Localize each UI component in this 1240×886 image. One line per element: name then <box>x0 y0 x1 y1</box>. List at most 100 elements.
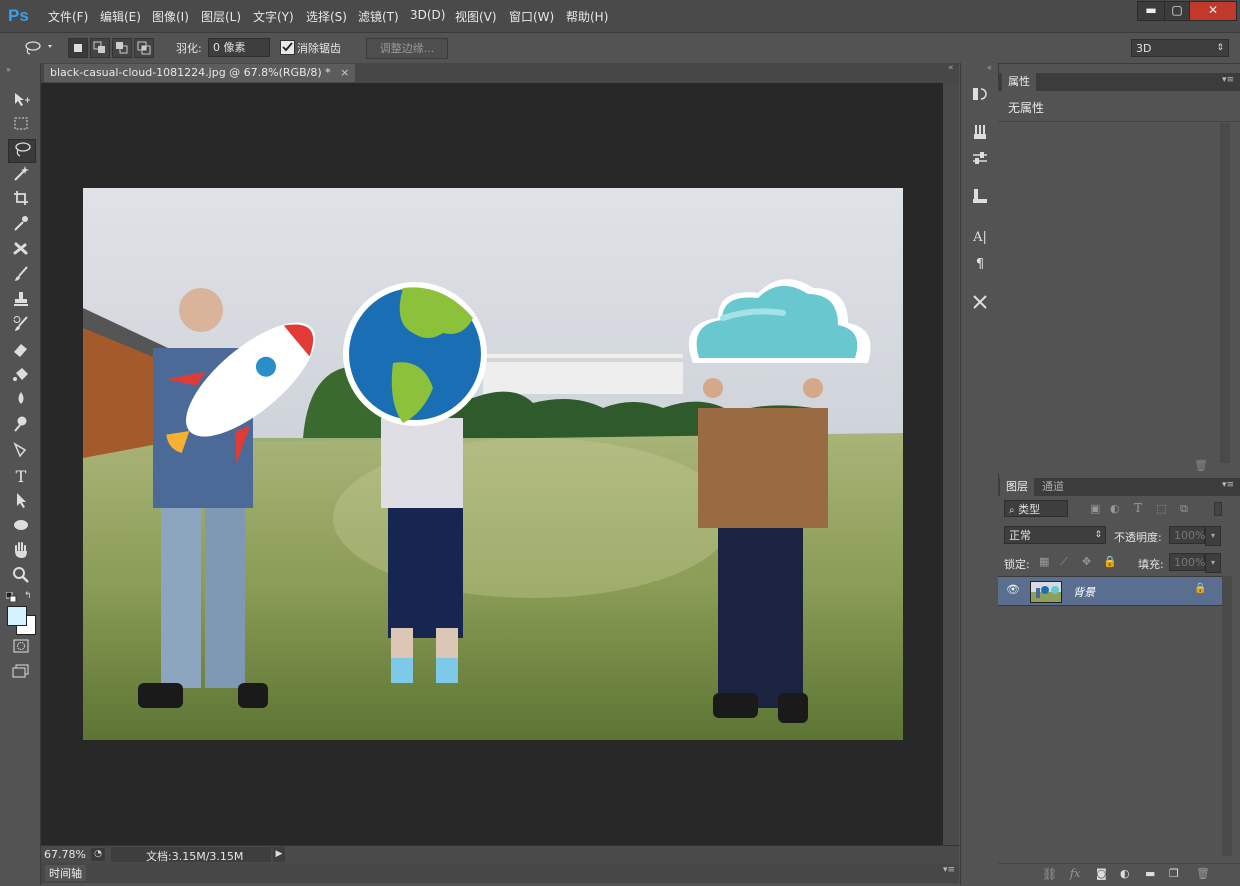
new-group-icon[interactable]: ▬ <box>1145 867 1155 880</box>
visibility-eye-icon[interactable]: 👁 <box>1006 583 1020 596</box>
antialias-checkbox[interactable] <box>280 40 295 55</box>
filter-smart-object-icon[interactable]: ⧉ <box>1180 502 1188 516</box>
quick-mask-icon[interactable] <box>8 637 34 659</box>
brush-presets-icon[interactable] <box>969 123 991 145</box>
blend-mode-select[interactable]: 正常 ⇕ <box>1004 526 1106 544</box>
blur-tool-icon[interactable] <box>8 390 34 412</box>
layers-scrollbar[interactable] <box>1222 576 1232 856</box>
menu-select[interactable]: 选择(S) <box>306 8 347 25</box>
paint-bucket-tool-icon[interactable] <box>8 365 34 387</box>
adjustments-icon[interactable] <box>969 149 991 171</box>
fill-input[interactable]: 100% <box>1169 553 1205 571</box>
magic-wand-tool-icon[interactable] <box>8 164 34 186</box>
layer-name[interactable]: 背景 <box>1073 584 1095 600</box>
menu-type[interactable]: 文字(Y) <box>253 8 294 25</box>
character-panel-icon[interactable]: A| <box>969 227 991 249</box>
share-icon[interactable]: ◔ <box>91 848 105 861</box>
ellipse-tool-icon[interactable] <box>8 516 34 538</box>
collapse-arrows-icon[interactable]: » <box>6 65 11 74</box>
history-brush-tool-icon[interactable] <box>8 315 34 337</box>
menu-image[interactable]: 图像(I) <box>152 8 189 25</box>
tab-properties[interactable]: 属性 <box>1002 73 1036 91</box>
layer-filter-select[interactable]: ⌕ 类型 <box>1004 500 1068 517</box>
delete-icon[interactable]: 🗑 <box>1194 459 1208 472</box>
vertical-scrollbar[interactable] <box>943 83 959 845</box>
panel-collapse-icon[interactable]: « <box>948 63 954 73</box>
paragraph-panel-icon[interactable]: ¶ <box>969 254 991 276</box>
timeline-menu-icon[interactable]: ▾≡ <box>943 865 955 875</box>
clone-source-icon[interactable] <box>969 187 991 209</box>
opacity-input[interactable]: 100% <box>1169 526 1205 544</box>
menu-view[interactable]: 视图(V) <box>455 8 497 25</box>
lasso-tool-icon[interactable] <box>8 139 36 163</box>
lock-image-icon[interactable]: ⟋ <box>1060 555 1068 569</box>
zoom-level[interactable]: 67.78% <box>44 848 86 861</box>
document-image[interactable] <box>83 188 903 740</box>
zoom-tool-icon[interactable] <box>8 566 34 588</box>
brush-tool-icon[interactable] <box>8 265 34 287</box>
fill-dropdown-icon[interactable]: ▾ <box>1205 553 1221 573</box>
add-selection-icon[interactable] <box>90 38 110 58</box>
type-tool-icon[interactable]: T <box>8 466 34 488</box>
layer-style-icon[interactable]: fx <box>1070 867 1080 880</box>
healing-brush-tool-icon[interactable] <box>8 240 34 262</box>
swap-colors-icon[interactable]: ↰ <box>24 591 36 601</box>
tab-channels[interactable]: 通道 <box>1036 478 1070 496</box>
filter-toggle[interactable] <box>1214 502 1222 516</box>
layer-row[interactable]: 👁 背景 🔒 <box>998 576 1222 606</box>
timeline-tab[interactable]: 时间轴 <box>45 865 86 881</box>
marquee-tool-icon[interactable] <box>8 115 34 137</box>
menu-3d[interactable]: 3D(D) <box>410 8 445 22</box>
filter-shape-icon[interactable]: ⬚ <box>1156 502 1166 515</box>
dodge-tool-icon[interactable] <box>8 415 34 437</box>
foreground-color-swatch[interactable] <box>7 606 27 626</box>
lock-transparent-icon[interactable]: ▦ <box>1039 555 1049 568</box>
delete-layer-icon[interactable]: 🗑 <box>1196 867 1210 880</box>
clone-stamp-tool-icon[interactable] <box>8 290 34 312</box>
menu-filter[interactable]: 滤镜(T) <box>358 8 399 25</box>
move-tool-icon[interactable] <box>8 90 34 112</box>
new-layer-icon[interactable]: ❐ <box>1169 867 1179 880</box>
workspace-select[interactable]: 3D ⇕ <box>1131 39 1229 57</box>
properties-menu-icon[interactable]: ▾≡ <box>1222 75 1234 85</box>
menu-window[interactable]: 窗口(W) <box>509 8 554 25</box>
dock-collapse-icon[interactable]: « <box>987 63 992 72</box>
add-mask-icon[interactable]: ◙ <box>1096 867 1107 880</box>
minimize-button[interactable]: ▬ <box>1137 1 1165 21</box>
opacity-dropdown-icon[interactable]: ▾ <box>1205 526 1221 546</box>
maximize-button[interactable]: ▢ <box>1164 1 1190 21</box>
menu-layer[interactable]: 图层(L) <box>201 8 241 25</box>
history-panel-icon[interactable] <box>969 85 991 107</box>
tool-presets-icon[interactable] <box>969 293 991 315</box>
menu-file[interactable]: 文件(F) <box>48 8 88 25</box>
filter-type-icon[interactable]: T <box>1134 501 1142 515</box>
new-selection-icon[interactable] <box>68 38 88 58</box>
screen-mode-icon[interactable] <box>8 662 34 684</box>
crop-tool-icon[interactable] <box>8 189 34 211</box>
close-tab-icon[interactable]: × <box>340 66 349 79</box>
pen-tool-icon[interactable] <box>8 441 34 463</box>
lock-all-icon[interactable]: 🔒 <box>1103 555 1117 568</box>
lasso-preset-icon[interactable] <box>22 38 56 56</box>
close-window-button[interactable]: ✕ <box>1189 1 1237 21</box>
path-selection-tool-icon[interactable] <box>8 491 34 513</box>
menu-help[interactable]: 帮助(H) <box>566 8 608 25</box>
filter-adjustment-icon[interactable]: ◐ <box>1110 502 1120 515</box>
status-menu-arrow-icon[interactable]: ▶ <box>273 847 285 862</box>
eraser-tool-icon[interactable] <box>8 340 34 362</box>
link-layers-icon[interactable]: ⛓ <box>1042 867 1057 881</box>
refine-edge-button[interactable]: 调整边缘... <box>366 38 448 59</box>
eyedropper-tool-icon[interactable] <box>8 214 34 236</box>
document-tab[interactable]: black-casual-cloud-1081224.jpg @ 67.8%(R… <box>44 64 356 82</box>
tab-layers[interactable]: 图层 <box>1000 478 1034 496</box>
lock-position-icon[interactable]: ✥ <box>1082 555 1091 568</box>
subtract-selection-icon[interactable] <box>112 38 132 58</box>
filter-pixel-icon[interactable]: ▣ <box>1090 502 1100 515</box>
layers-menu-icon[interactable]: ▾≡ <box>1222 480 1234 490</box>
hand-tool-icon[interactable] <box>8 541 34 563</box>
default-colors-icon[interactable] <box>5 591 18 603</box>
intersect-selection-icon[interactable] <box>134 38 154 58</box>
feather-input[interactable]: 0 像素 <box>208 38 270 57</box>
properties-scrollbar[interactable] <box>1220 123 1230 463</box>
new-adjustment-layer-icon[interactable]: ◐ <box>1120 867 1130 880</box>
